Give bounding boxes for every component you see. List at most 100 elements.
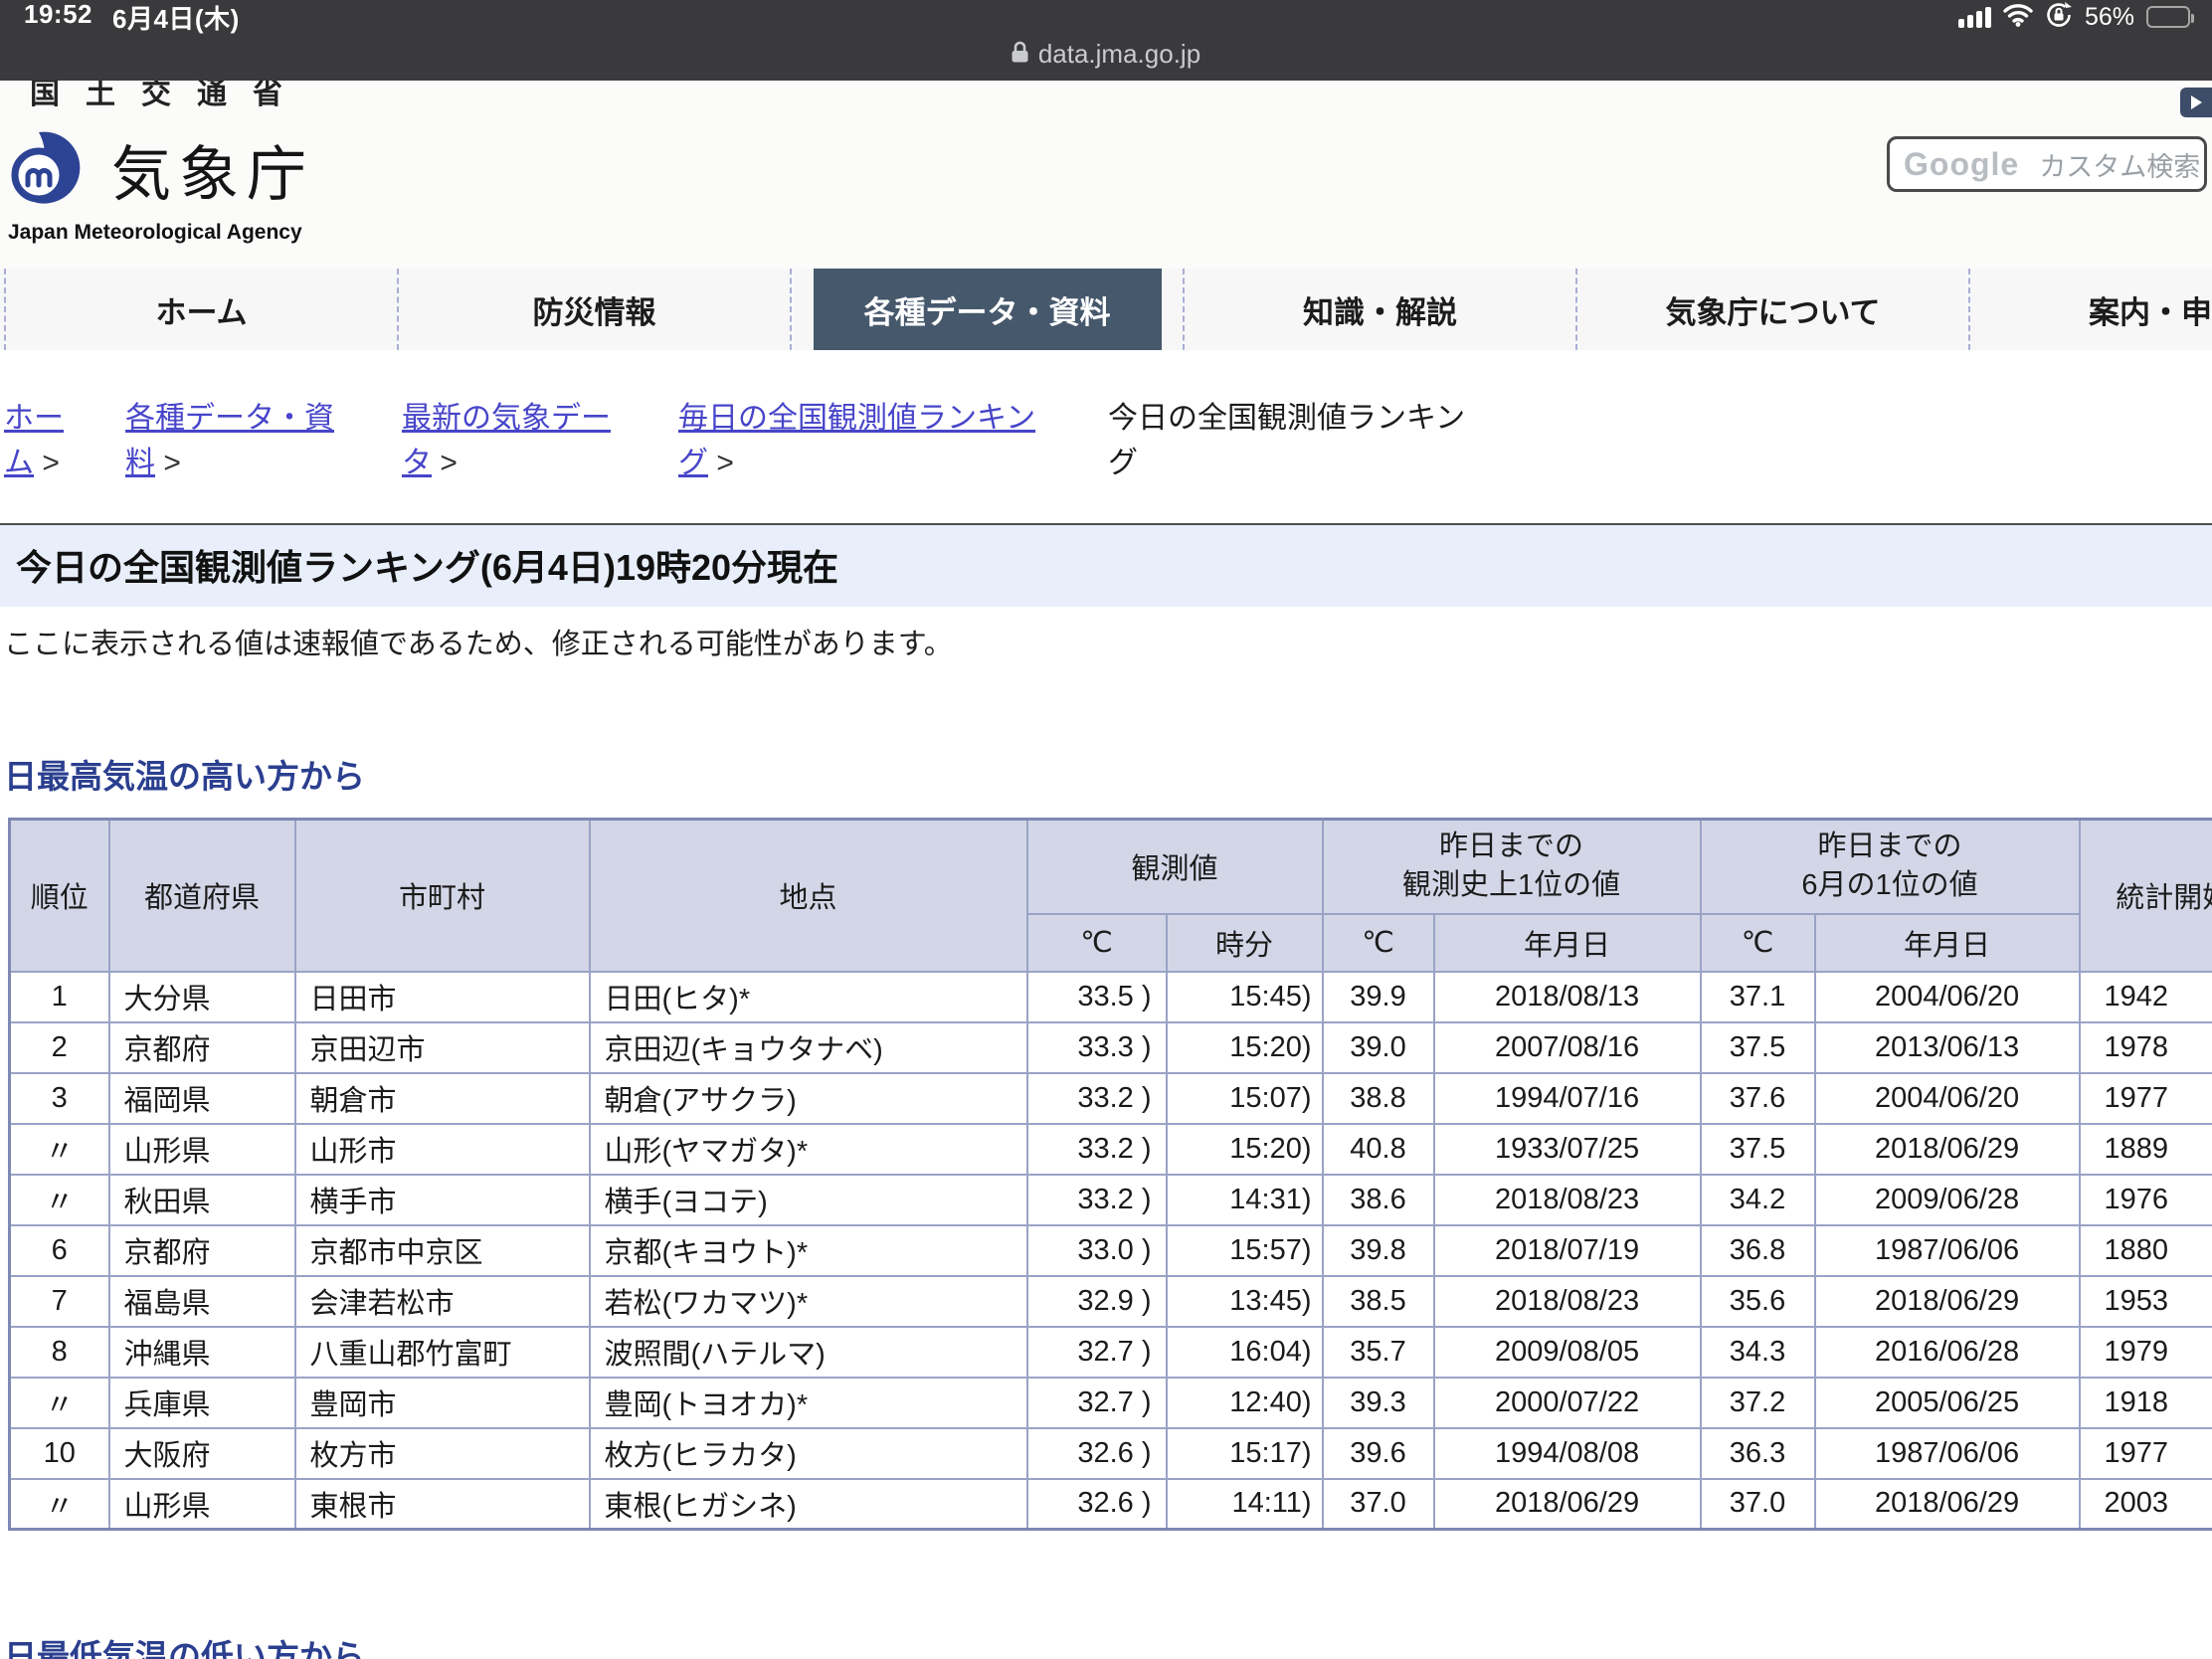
cell-june-record-temp: 37.2 [1701,1378,1815,1428]
cell-prefecture: 京都府 [109,1022,295,1073]
top-bar: 19:52 6月4日(木) [0,0,2212,81]
breadcrumb-current: 今日の全国観測値ランキング [1108,396,1480,485]
cell-observed-temp: 33.0 ) [1027,1225,1167,1276]
cell-observed-time: 16:04) [1167,1327,1323,1378]
table-row: 8沖縄県八重山郡竹富町波照間(ハテルマ)32.7 )16:04)35.72009… [10,1327,2212,1378]
cell-observed-temp: 33.2 ) [1027,1124,1167,1175]
cell-stats-start-year: 1918 [2080,1378,2212,1428]
search-placeholder: カスタム検索 [2039,145,2200,184]
battery-icon [2146,6,2190,28]
cell-rank: 〃 [10,1175,109,1225]
agency-name: 気象庁 [111,126,314,213]
cell-rank: 10 [10,1428,109,1479]
table-row: 〃山形県東根市東根(ヒガシネ)32.6 )14:11)37.02018/06/2… [10,1479,2212,1530]
status-date: 6月4日(木) [112,0,240,36]
cell-stats-start-year: 1942 [2080,972,2212,1022]
cell-record-temp: 39.0 [1323,1022,1434,1073]
table-row: 3福岡県朝倉市朝倉(アサクラ)33.2 )15:07)38.81994/07/1… [10,1073,2212,1124]
cell-station: 波照間(ハテルマ) [590,1327,1027,1378]
cell-june-record-date: 2004/06/20 [1815,1073,2080,1124]
cell-prefecture: 大阪府 [109,1428,295,1479]
nav-item-about-jma[interactable]: 気象庁について [1575,269,1968,350]
cell-municipality: 東根市 [295,1479,590,1530]
section-heading-daily-max-temp: 日最高気温の高い方から [4,750,2212,798]
cell-stats-start-year: 2003 [2080,1479,2212,1530]
cell-stats-start-year: 1977 [2080,1073,2212,1124]
cell-prefecture: 大分県 [109,972,295,1022]
cell-stats-start-year: 1977 [2080,1428,2212,1479]
cell-record-temp: 39.8 [1323,1225,1434,1276]
breadcrumb-separator: > [432,447,458,479]
cell-stats-start-year: 1889 [2080,1124,2212,1175]
nav-item-knowledge[interactable]: 知識・解説 [1183,269,1575,350]
rotation-lock-icon [2045,1,2073,34]
cell-june-record-temp: 37.1 [1701,972,1815,1022]
col-header-stats-start: 統計開始年 [2080,820,2212,972]
cell-municipality: 横手市 [295,1175,590,1225]
cell-june-record-date: 2018/06/29 [1815,1276,2080,1327]
lock-icon [1012,39,1028,70]
cell-prefecture: 沖縄県 [109,1327,295,1378]
cell-june-record-date: 2005/06/25 [1815,1378,2080,1428]
col-header-prefecture: 都道府県 [109,820,295,972]
cell-prefecture: 山形県 [109,1124,295,1175]
cell-observed-time: 15:20) [1167,1124,1323,1175]
play-arrow-icon [2191,95,2202,109]
ranking-table: 順位 都道府県 市町村 地点 観測値 昨日までの 観測史上1位の値 昨日までの … [8,818,2212,1531]
cell-record-date: 2009/08/05 [1434,1327,1701,1378]
cell-municipality: 京田辺市 [295,1022,590,1073]
cell-record-temp: 39.6 [1323,1428,1434,1479]
cell-june-record-temp: 37.5 [1701,1124,1815,1175]
cell-station: 若松(ワカマツ)* [590,1276,1027,1327]
browser-url-bar[interactable]: data.jma.go.jp [0,30,2212,78]
ministry-name: 国土交通省 [30,81,2212,112]
cell-station: 山形(ヤマガタ)* [590,1124,1027,1175]
col-header-celsius: ℃ [1323,914,1434,972]
status-bar: 19:52 6月4日(木) [0,0,2212,30]
cell-rank: 〃 [10,1124,109,1175]
cell-observed-time: 14:31) [1167,1175,1323,1225]
cell-station: 京都(キヨウト)* [590,1225,1027,1276]
preliminary-note: ここに表示される値は速報値であるため、修正される可能性があります。 [4,621,2212,662]
table-row: 〃山形県山形市山形(ヤマガタ)*33.2 )15:20)40.81933/07/… [10,1124,2212,1175]
cell-observed-time: 14:11) [1167,1479,1323,1530]
table-row: 7福島県会津若松市若松(ワカマツ)*32.9 )13:45)38.52018/0… [10,1276,2212,1327]
status-time: 19:52 [24,0,92,36]
cell-observed-temp: 32.9 ) [1027,1276,1167,1327]
cell-observed-time: 15:17) [1167,1428,1323,1479]
breadcrumb-separator: > [155,447,181,479]
page-title: 今日の全国観測値ランキング(6月4日)19時20分現在 [16,539,2212,591]
cell-station: 朝倉(アサクラ) [590,1073,1027,1124]
table-row: 2京都府京田辺市京田辺(キョウタナベ)33.3 )15:20)39.02007/… [10,1022,2212,1073]
col-header-rank: 順位 [10,820,109,972]
cell-stats-start-year: 1979 [2080,1327,2212,1378]
ranking-table-wrap: 順位 都道府県 市町村 地点 観測値 昨日までの 観測史上1位の値 昨日までの … [8,818,2212,1531]
cell-record-date: 2018/08/23 [1434,1175,1701,1225]
cell-june-record-date: 2004/06/20 [1815,972,2080,1022]
nav-item-guide-application[interactable]: 案内・申請 [1968,269,2212,350]
nav-item-disaster-info[interactable]: 防災情報 [397,269,790,350]
cell-record-date: 2018/08/13 [1434,972,1701,1022]
cell-municipality: 会津若松市 [295,1276,590,1327]
cell-record-date: 2018/08/23 [1434,1276,1701,1327]
cell-record-temp: 40.8 [1323,1124,1434,1175]
cell-record-date: 2018/06/29 [1434,1479,1701,1530]
cell-june-record-temp: 36.8 [1701,1225,1815,1276]
table-row: 1大分県日田市日田(ヒタ)*33.5 )15:45)39.92018/08/13… [10,972,2212,1022]
cell-observed-time: 15:20) [1167,1022,1323,1073]
google-search-box[interactable]: Google カスタム検索 [1887,136,2207,192]
cursor-button[interactable] [2180,88,2212,117]
cell-june-record-date: 2009/06/28 [1815,1175,2080,1225]
nav-item-data-materials[interactable]: 各種データ・資料 [790,269,1183,350]
breadcrumb-separator: > [708,447,734,479]
cell-rank: 3 [10,1073,109,1124]
cell-observed-time: 15:07) [1167,1073,1323,1124]
cell-station: 豊岡(トヨオカ)* [590,1378,1027,1428]
nav-item-home[interactable]: ホーム [4,269,397,350]
cell-rank: 〃 [10,1378,109,1428]
cell-record-temp: 38.5 [1323,1276,1434,1327]
wifi-icon [2003,3,2033,32]
jma-logo-icon [6,129,97,210]
cell-record-date: 2000/07/22 [1434,1378,1701,1428]
cell-station: 日田(ヒタ)* [590,972,1027,1022]
